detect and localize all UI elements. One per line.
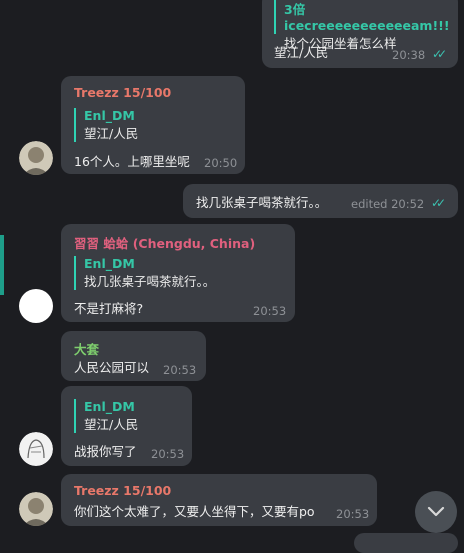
message-text: 找几张桌子喝茶就行。。 — [196, 195, 328, 210]
message-text: 不是打麻将? — [74, 301, 144, 316]
reply-quote[interactable]: 3倍 icecreeeeeeeeeeeam!!! 找个公园坐着怎么样 — [274, 0, 458, 51]
avatar[interactable] — [19, 141, 53, 175]
quote-sender-name: Enl_DM — [84, 108, 135, 123]
message-time: 20:53 — [163, 363, 197, 377]
message-text: 望江/人民 — [274, 45, 329, 60]
sender-name[interactable]: Treezz 15/100 — [74, 483, 171, 498]
message-bubble-outgoing[interactable]: 3倍 icecreeeeeeeeeeeam!!! 找个公园坐着怎么样 望江/人民… — [262, 0, 458, 68]
scroll-to-bottom-button[interactable] — [415, 491, 457, 533]
avatar[interactable] — [19, 289, 53, 323]
avatar[interactable] — [19, 492, 53, 526]
message-bubble-incoming[interactable]: Enl_DM 望江/人民 战报你写了 20:53 — [61, 386, 192, 466]
message-time: edited 20:52 — [351, 197, 425, 211]
message-time: 20:53 — [151, 447, 185, 461]
message-text: 战报你写了 — [74, 444, 137, 459]
message-time: 20:50 — [204, 156, 238, 170]
message-text: 16个人。上哪里坐呢 — [74, 154, 190, 169]
unread-accent-bar — [0, 235, 4, 295]
sender-name[interactable]: 習習 蛤蛤 (Chengdu, China) — [74, 233, 255, 252]
chevron-down-icon — [427, 506, 445, 517]
sender-name[interactable]: 大套 — [74, 339, 99, 358]
message-bubble-incoming[interactable]: 大套 人民公园可以 20:53 — [61, 331, 206, 381]
message-time: 20:53 — [336, 507, 370, 521]
reply-quote[interactable]: Enl_DM 望江/人民 — [74, 399, 138, 433]
quote-sender-name: 3倍 icecreeeeeeeeeeeam!!! — [284, 2, 450, 33]
message-bubble-outgoing[interactable] — [354, 533, 458, 553]
message-text: 人民公园可以 — [74, 360, 150, 375]
message-time: 20:53 — [253, 304, 287, 318]
quote-sender-name: Enl_DM — [84, 399, 135, 414]
message-bubble-incoming[interactable]: Treezz 15/100 你们这个太难了，又要人坐得下，又要有po 20:53 — [61, 474, 377, 526]
message-text: 你们这个太难了，又要人坐得下，又要有po — [74, 504, 315, 519]
double-check-icon: ✓✓ — [432, 47, 447, 61]
double-check-icon: ✓✓ — [431, 196, 446, 210]
reply-quote[interactable]: Enl_DM 找几张桌子喝茶就行。。 — [74, 256, 215, 290]
message-time: 20:38 — [392, 48, 426, 62]
message-bubble-incoming[interactable]: Treezz 15/100 Enl_DM 望江/人民 16个人。上哪里坐呢 20… — [61, 76, 245, 174]
avatar[interactable] — [19, 432, 53, 466]
message-bubble-incoming[interactable]: 習習 蛤蛤 (Chengdu, China) Enl_DM 找几张桌子喝茶就行。… — [61, 224, 295, 322]
quote-text: 望江/人民 — [84, 417, 139, 432]
quote-text: 望江/人民 — [84, 126, 139, 141]
quote-sender-name: Enl_DM — [84, 256, 135, 271]
sender-name[interactable]: Treezz 15/100 — [74, 85, 171, 100]
quote-text: 找几张桌子喝茶就行。。 — [84, 274, 216, 289]
message-bubble-outgoing[interactable]: 找几张桌子喝茶就行。。 edited 20:52 ✓✓ — [183, 184, 458, 218]
reply-quote[interactable]: Enl_DM 望江/人民 — [74, 108, 138, 142]
